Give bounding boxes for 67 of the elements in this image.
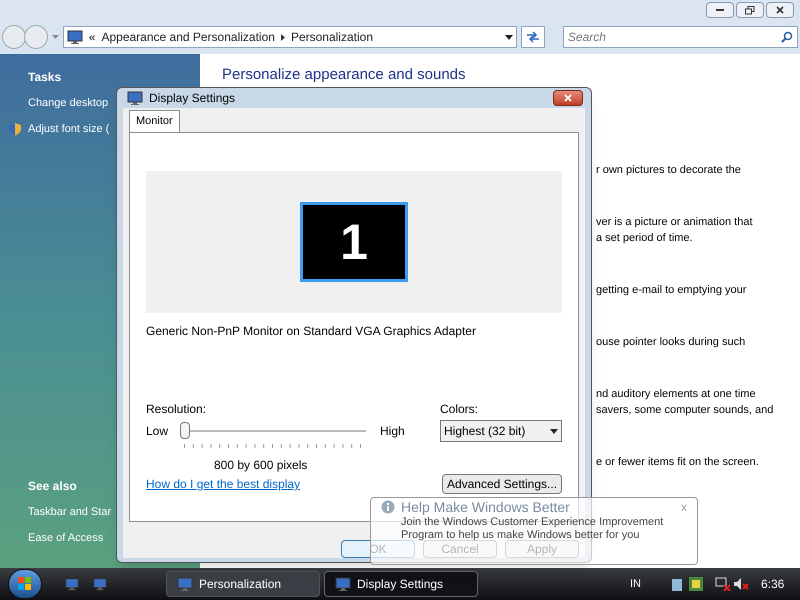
description-text: getting e-mail to emptying your	[596, 283, 748, 298]
refresh-button[interactable]	[521, 26, 545, 48]
breadcrumb-item[interactable]: Personalization	[290, 28, 373, 46]
description-text: ouse pointer looks during such	[596, 335, 746, 350]
task-link[interactable]: Adjust font size (	[28, 120, 110, 137]
toast-message-line: Join the Windows Customer Experience Improvement	[401, 516, 664, 529]
description-text: e or fewer items fit on the screen.	[596, 455, 760, 470]
display-icon	[127, 90, 143, 106]
control-panel-icon	[66, 29, 83, 45]
monitor-icon	[335, 576, 351, 592]
back-symbol: «	[88, 29, 96, 46]
resolution-slider[interactable]	[180, 422, 366, 440]
volume-muted-icon[interactable]	[733, 577, 749, 591]
page-heading: Personalize appearance and sounds	[222, 66, 467, 84]
advanced-settings-button[interactable]: Advanced Settings...	[442, 474, 562, 494]
dialog-close-button[interactable]	[553, 90, 583, 106]
monitor-name: Generic Non-PnP Monitor on Standard VGA Graphics Adapter	[146, 323, 477, 340]
taskbar-button[interactable]: Display Settings	[324, 571, 478, 597]
show-desktop-icon	[64, 577, 80, 591]
windows-logo-icon	[18, 577, 32, 591]
description-text: r own pictures to decorate the	[596, 163, 742, 178]
dialog-title: Display Settings	[149, 90, 236, 107]
description-text: nd auditory elements at one time	[596, 387, 757, 402]
help-link[interactable]: How do I get the best display	[146, 475, 300, 493]
taskbar-button[interactable]: Personalization	[166, 571, 320, 597]
balloon-title: Help Make Windows Better	[401, 500, 570, 514]
resolution-label: Resolution:	[146, 401, 208, 418]
slider-thumb[interactable]	[180, 422, 190, 439]
start-button[interactable]	[8, 569, 42, 599]
task-link[interactable]: Change desktop	[28, 95, 108, 112]
address-field[interactable]: « Appearance and Personalization Personalization	[62, 26, 517, 48]
colors-label: Colors:	[440, 401, 480, 418]
description-text: ver is a picture or animation that	[596, 215, 754, 230]
restore-icon	[745, 6, 755, 14]
dropdown-icon[interactable]	[505, 34, 513, 40]
description-text: savers, some computer sounds, and	[596, 403, 774, 418]
search-icon	[780, 31, 793, 43]
search-field[interactable]: Search	[562, 26, 798, 48]
restore-button[interactable]	[736, 2, 764, 18]
breadcrumb-item[interactable]: Appearance and Personalization	[101, 28, 275, 46]
colors-dropdown[interactable]: Highest (32 bit)	[440, 420, 562, 442]
close-icon	[776, 6, 784, 14]
switch-windows-icon	[92, 577, 108, 591]
description-text: a set period of time.	[596, 231, 694, 246]
resolution-reading: 800 by 600 pixels	[214, 457, 308, 474]
toast-message-line: Program to help us make Windows better for you	[401, 529, 640, 542]
monitor-tile[interactable]: 1	[300, 202, 408, 282]
minimize-icon	[716, 8, 724, 12]
tab[interactable]: Monitor	[129, 110, 180, 132]
language-indicator: IN	[630, 576, 641, 592]
dropdown-icon	[550, 428, 558, 434]
info-icon	[381, 500, 395, 514]
tasks-heading: Tasks	[28, 69, 62, 86]
tray-app-icon[interactable]	[689, 577, 703, 591]
low-label: Low	[146, 423, 168, 440]
network-disconnected-icon[interactable]	[715, 577, 731, 591]
monitor-icon	[177, 576, 193, 592]
close-icon	[564, 94, 572, 102]
shield-icon	[8, 122, 22, 136]
minimize-button[interactable]	[706, 2, 734, 18]
high-label: High	[380, 423, 405, 440]
close-button[interactable]	[766, 2, 794, 18]
caret-icon[interactable]	[52, 35, 59, 39]
see-also-heading: See also	[28, 478, 77, 495]
clock: 6:36	[761, 576, 784, 593]
chevron-icon	[280, 34, 285, 40]
refresh-icon	[526, 31, 540, 43]
